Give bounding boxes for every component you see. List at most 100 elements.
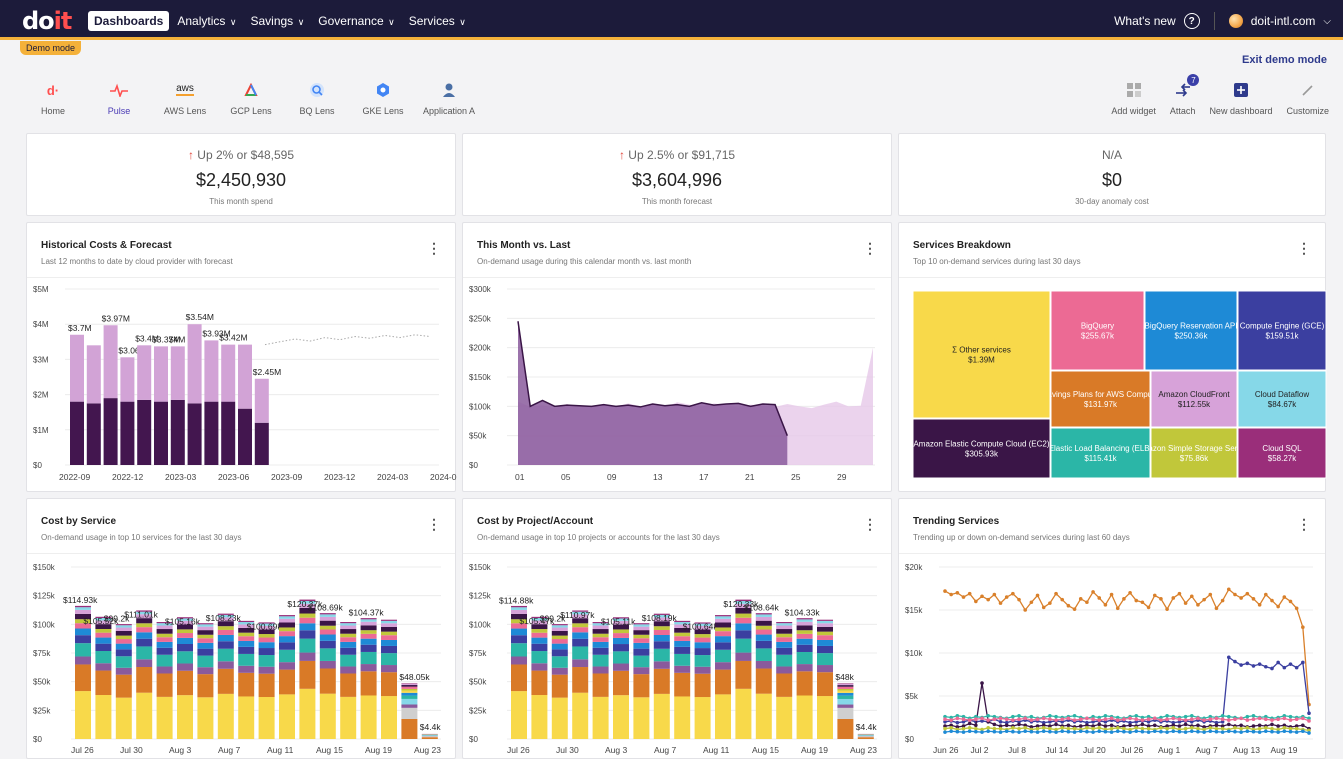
pulse-icon [86,80,152,100]
bar-segment [817,672,833,697]
trend-point [1257,726,1262,731]
x-tick-label: 21 [745,472,755,482]
bar-segment [75,643,91,657]
trend-point [1183,714,1188,719]
trend-point [1140,600,1145,605]
y-tick-label: $150k [469,373,492,382]
lens-tab-aws-lens[interactable]: aws AWS Lens [152,80,218,117]
bar-data-label: $105.16k [165,616,201,626]
trend-point [986,726,990,730]
account-selector[interactable]: doit-intl.com [1251,14,1316,28]
kpi-change: ↑ Up 2.5% or $91,715 [463,148,891,162]
bar-segment [156,666,173,674]
x-tick-label: Aug 3 [169,745,191,755]
trend-point [1109,716,1114,721]
bar-segment [613,663,629,671]
exit-demo-link[interactable]: Exit demo mode [1242,54,1327,66]
nav-item-analytics[interactable]: Analytics ∨ [171,11,242,31]
bar-segment [755,614,772,617]
lens-tab-home[interactable]: d· Home [20,80,86,117]
stacked-bar [319,613,336,739]
widget-subtitle: Top 10 on-demand services during last 30… [913,257,1081,266]
help-icon[interactable]: ? [1183,13,1200,29]
bar-segment [633,634,650,639]
whats-new-link[interactable]: What's new [1114,14,1176,28]
kpi-card-spend[interactable]: ↑ Up 2% or $48,595 $2,450,930 This month… [26,133,456,216]
x-tick-label: 01 [515,472,525,482]
bar-segment [633,655,650,668]
trend-point [1239,596,1243,600]
widget-subtitle: Trending up or down on-demand services d… [913,533,1130,542]
trend-point [998,716,1003,721]
x-tick-label: Aug 19 [801,745,828,755]
more-options-icon[interactable]: ⋮ [427,517,441,531]
lens-tab-application-a[interactable]: Application A [416,80,482,116]
more-options-icon[interactable]: ⋮ [427,241,441,255]
nav-item-services[interactable]: Services ∨ [403,11,472,31]
nav-item-governance[interactable]: Governance ∨ [312,11,400,31]
trend-point [1159,729,1163,734]
bar-segment [115,627,132,631]
trend-point [1165,607,1169,611]
bar-segment [674,672,691,697]
trend-point [1035,593,1040,598]
lens-tab-pulse[interactable]: Pulse [86,80,152,116]
customize-button[interactable]: Customize [1286,80,1329,116]
trend-point [1233,726,1237,730]
x-tick-label: 2023-09 [271,472,302,482]
trend-point [1196,723,1200,728]
bar-segment [633,697,650,739]
lens-tab-gcp-lens[interactable]: GCP Lens [218,80,284,116]
stacked-bar [360,618,377,739]
attach-button[interactable]: Attach 7 [1170,74,1200,116]
bar-segment [156,654,173,667]
bar-segment [715,622,731,628]
nav-item-label: Analytics [177,14,226,28]
bar-segment [319,620,336,626]
bar-segment [136,692,153,739]
kpi-label: This month forecast [641,197,713,206]
bar-segment [715,627,731,632]
chevron-down-icon[interactable]: ⌵ [1323,16,1331,27]
nav-item-savings[interactable]: Savings ∨ [244,11,310,31]
bar-segment [238,636,255,641]
lens-bar: d· Home Pulse aws AWS Lens GCP Lens BQ Lens GKE… [20,80,482,117]
lens-tab-bq-lens[interactable]: BQ Lens [284,80,350,116]
x-tick-label: Aug 11 [703,745,730,755]
more-options-icon[interactable]: ⋮ [1297,241,1311,255]
bar-segment [817,639,833,646]
bar-segment [115,625,132,628]
bar-segment [156,637,173,642]
y-tick-label: $0 [905,735,914,744]
more-options-icon[interactable]: ⋮ [863,241,877,255]
bar-segment [381,619,397,621]
treemap-tile: BigQuery Reservation API$250.36k [1144,290,1238,371]
bar-segment [511,607,527,610]
bar-segment [299,660,316,689]
bar-segment [238,696,255,739]
new-dashboard-button[interactable]: New dashboard [1209,80,1272,116]
treemap-tile-rect [912,418,1051,479]
bar-segment [156,633,173,638]
add-widget-button[interactable]: Add widget [1111,80,1156,116]
trend-point [1041,729,1046,734]
trend-point [1048,601,1052,605]
trend-point [1245,718,1250,722]
bar-segment [531,670,548,696]
more-options-icon[interactable]: ⋮ [1297,517,1311,531]
doit-home-icon: d· [46,82,60,98]
nav-item-dashboards[interactable]: Dashboards [88,11,170,31]
trend-point [1245,591,1250,596]
treemap-tile-rect [912,290,1051,419]
doit-logo[interactable]: doit [22,7,72,35]
bar-segment [857,735,874,736]
cost-by-project-chart: $0 $25k $50k $75k $100k $125k $150k $114.88k $10… [469,563,877,755]
bar-segment [613,637,629,645]
kpi-card-forecast[interactable]: ↑ Up 2.5% or $91,715 $3,604,996 This mon… [462,133,892,216]
lens-tab-gke-lens[interactable]: GKE Lens [350,80,416,116]
trend-point [1276,724,1280,728]
trend-point [1270,598,1274,603]
treemap-tile-value: $159.51k [1266,332,1300,341]
more-options-icon[interactable]: ⋮ [863,517,877,531]
kpi-card-anomaly[interactable]: N/A $0 30-day anomaly cost [898,133,1326,216]
